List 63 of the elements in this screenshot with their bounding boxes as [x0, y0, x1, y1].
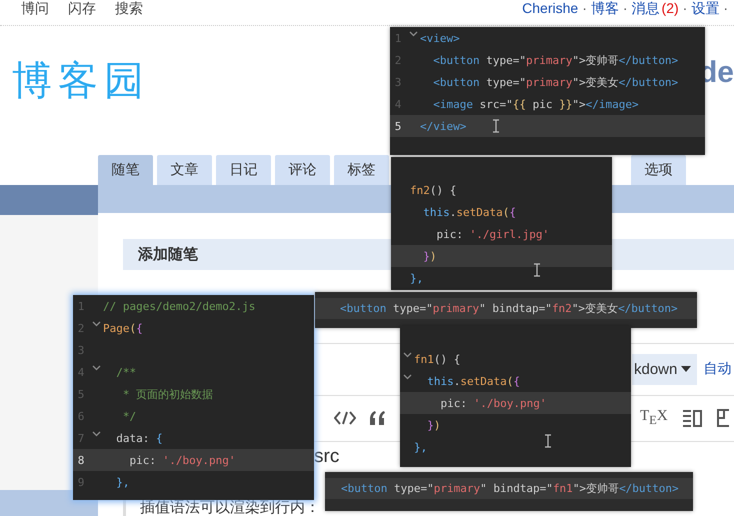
code-line: <button type="primary" bindtap="fn2">变美女</button>	[339, 301, 678, 316]
nav-link[interactable]: Cherishe	[522, 0, 578, 18]
chevron-icon[interactable]	[408, 31, 418, 37]
line-number: 5	[394, 120, 402, 132]
code-line: fn2() {	[409, 184, 456, 196]
separator-dot: ·	[622, 0, 628, 18]
nav-tab[interactable]: 文章	[157, 155, 212, 185]
columns-icon[interactable]	[682, 409, 702, 428]
code-line: this.setData({	[422, 206, 516, 218]
format-dropdown[interactable]: kdown	[632, 354, 698, 385]
code-line: </view>	[420, 120, 466, 132]
nav-tab[interactable]: 日记	[216, 155, 271, 185]
code-line: pic: './girl.jpg'	[435, 228, 550, 240]
code-line: */	[122, 410, 136, 422]
chevron-icon[interactable]	[92, 365, 100, 371]
code-icon[interactable]	[334, 410, 356, 426]
text-cursor-icon	[533, 263, 541, 277]
code-line: },	[115, 476, 130, 488]
code-line: <button type="primary">变美女</button>	[432, 74, 678, 90]
nav-tab[interactable]: 标签	[334, 155, 389, 185]
nav-link[interactable]: 博问	[21, 0, 49, 18]
text-cursor-icon	[492, 119, 500, 133]
code-line: // pages/demo2/demo2.js	[103, 300, 256, 312]
quote-icon[interactable]	[368, 411, 386, 426]
nav-tab[interactable]: 随笔	[98, 155, 153, 185]
code-line: },	[409, 272, 424, 284]
code-line: data: {	[115, 432, 163, 444]
code-line: pic: './boy.png'	[128, 454, 236, 466]
chevron-icon[interactable]	[92, 321, 100, 327]
editor-text: src	[314, 446, 340, 468]
nav-link[interactable]: 闪存	[68, 0, 96, 18]
text-cursor-icon	[544, 434, 552, 448]
separator-dot: ·	[682, 0, 688, 18]
layout-icon[interactable]	[716, 409, 729, 428]
nav-tab[interactable]: 评论	[275, 155, 330, 185]
chevron-icon[interactable]	[402, 374, 412, 380]
code-line: this.setData({	[426, 374, 520, 388]
code-line: fn1() {	[414, 352, 460, 366]
nav-link[interactable]: 消息	[632, 0, 660, 18]
code-line: },	[414, 440, 428, 454]
code-line: <image src="{{ pic }}"></image>	[432, 98, 639, 110]
chevron-icon[interactable]	[402, 352, 412, 358]
code-line: <button type="primary" bindtap="fn1">变帅哥</button>	[340, 481, 679, 496]
message-count: (2)	[662, 0, 679, 18]
caret-icon	[681, 366, 692, 372]
code-line: <button type="primary">变帅哥</button>	[432, 52, 678, 68]
nav-link[interactable]: 搜索	[115, 0, 143, 18]
separator-dot: ·	[723, 0, 728, 18]
code-line: /**	[115, 366, 136, 378]
autosave-link[interactable]: 自动	[703, 360, 732, 378]
tex-button[interactable]: T$_{E}$X	[640, 408, 668, 428]
nav-tab[interactable]: 选项	[631, 155, 686, 185]
chevron-icon[interactable]	[92, 431, 100, 437]
line-number: 8	[76, 454, 86, 466]
code-line: })	[426, 418, 440, 432]
separator-dot: ·	[582, 0, 587, 18]
code-line: Page({	[103, 322, 143, 334]
code-line: pic: './boy.png'	[439, 396, 546, 410]
code-line: * 页面的初始数据	[122, 386, 214, 402]
nav-link[interactable]: 博客	[590, 0, 619, 18]
code-line: })	[422, 250, 436, 262]
code-line: <view>	[420, 32, 460, 44]
nav-link[interactable]: 设置	[691, 0, 720, 18]
